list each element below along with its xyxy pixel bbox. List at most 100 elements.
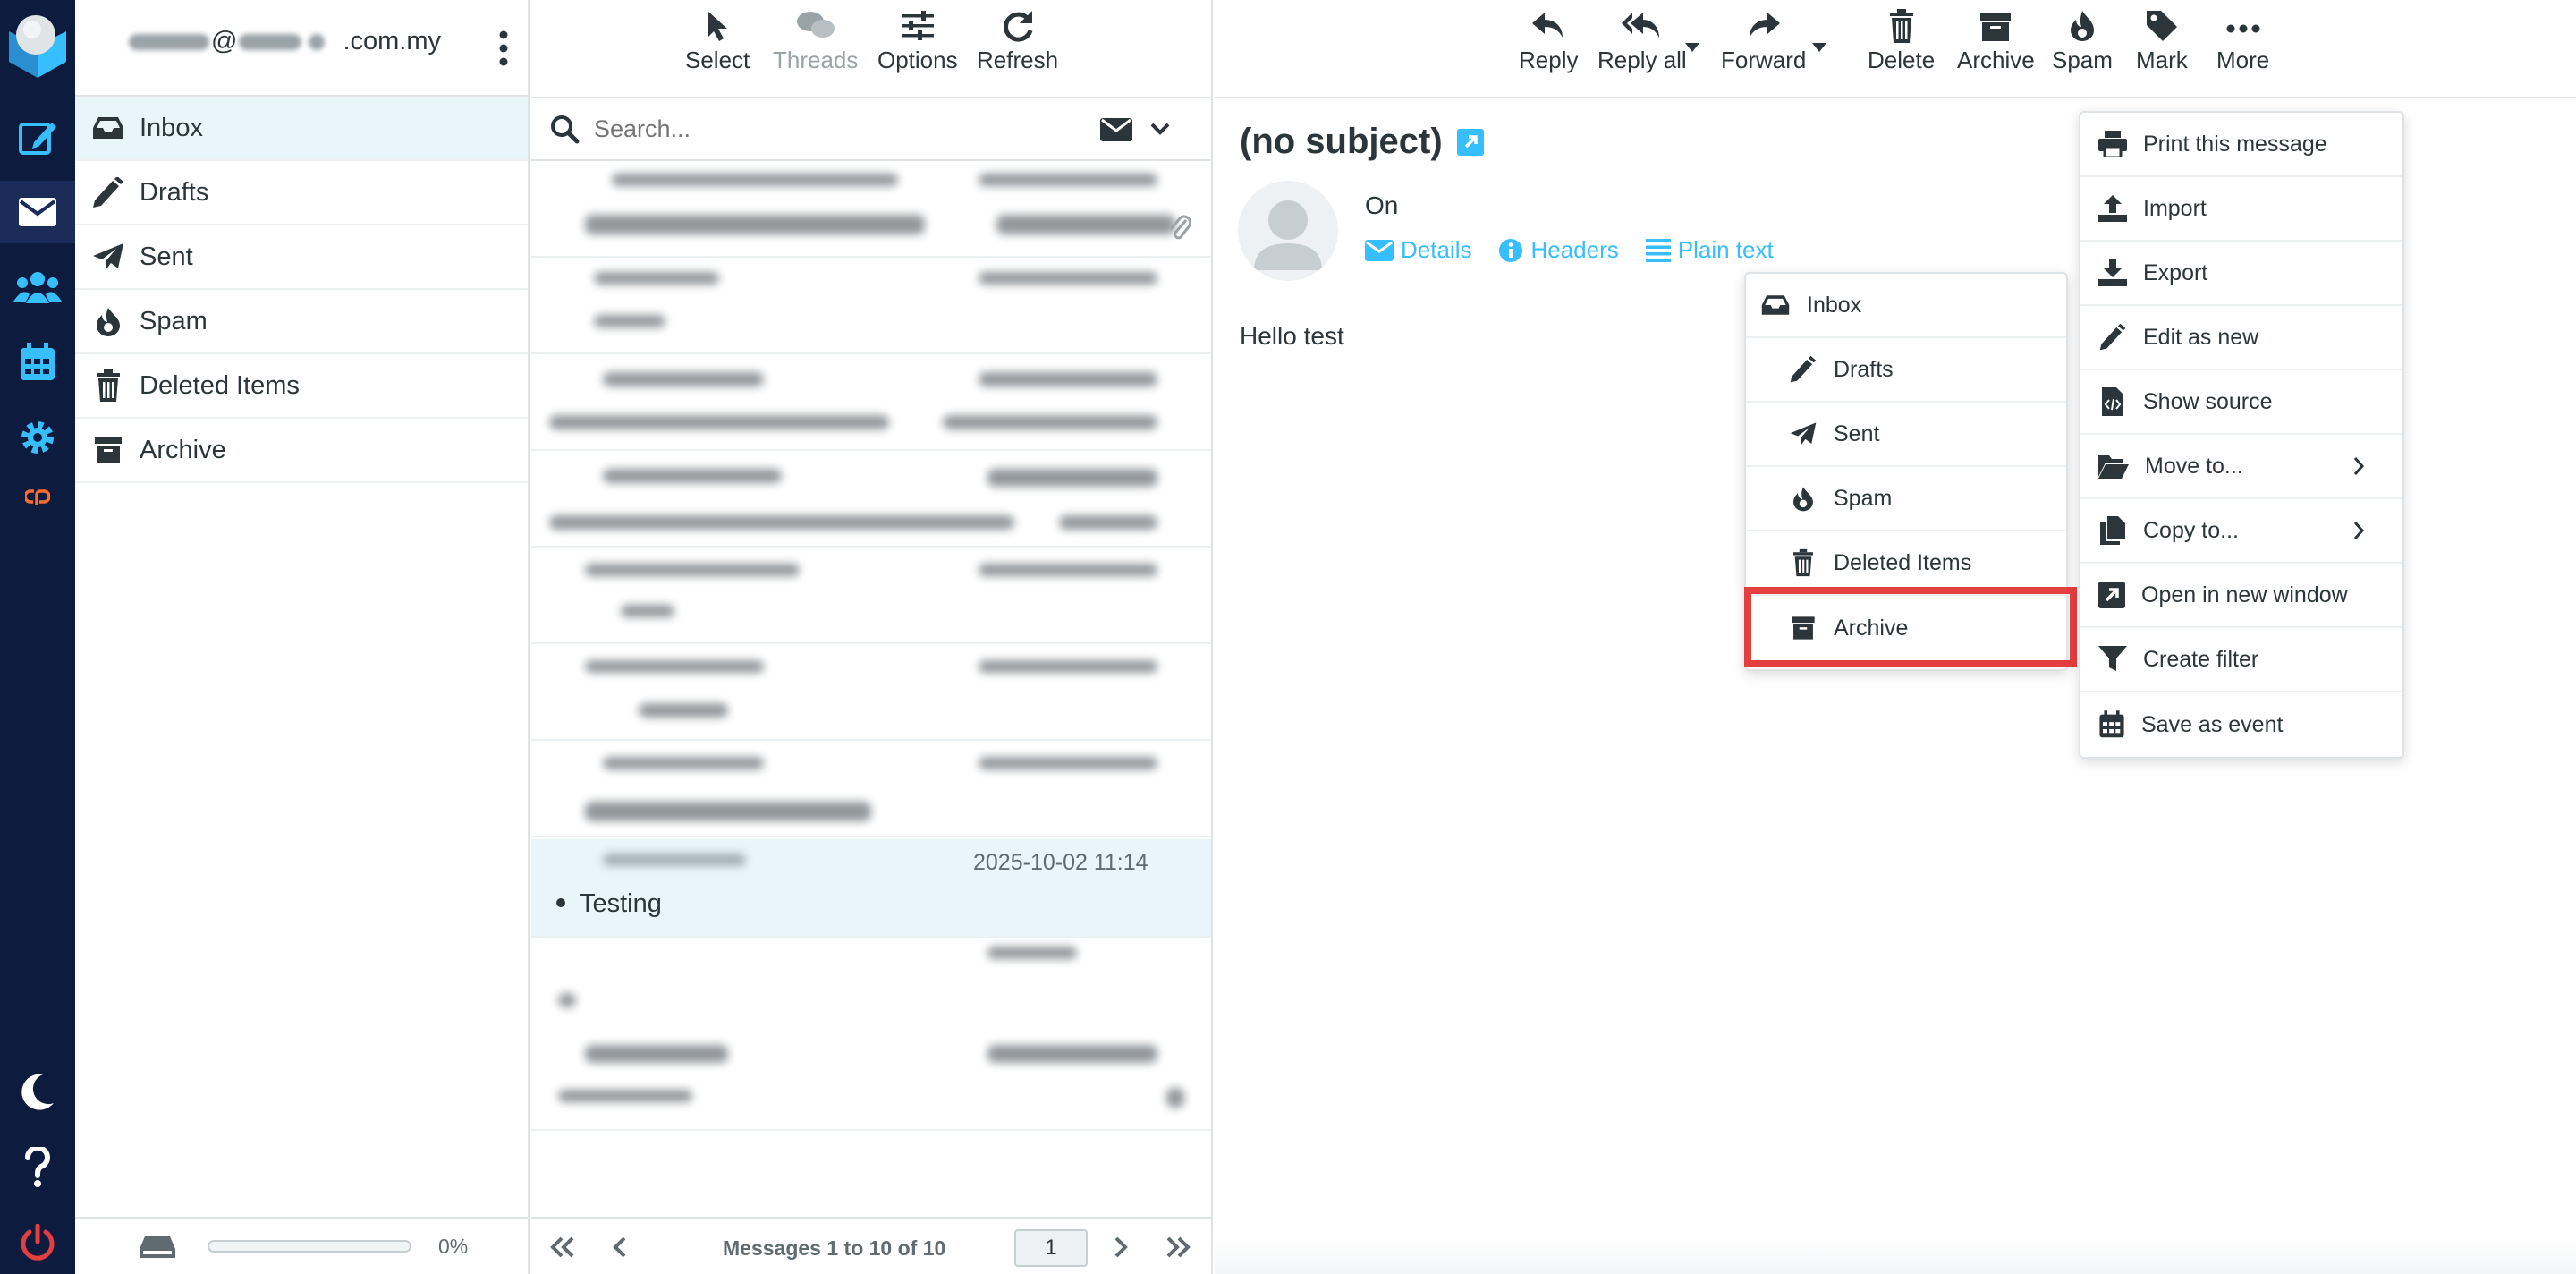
folder-open-icon — [2098, 455, 2129, 479]
message-row-redacted[interactable] — [531, 356, 1211, 451]
menu-copy-to[interactable]: Copy to... — [2080, 499, 2402, 564]
message-row-redacted[interactable] — [531, 163, 1211, 258]
compose-icon[interactable] — [0, 106, 75, 168]
message-row-redacted[interactable] — [531, 259, 1211, 354]
message-row-selected[interactable]: 2025-10-02 11:14 Testing — [531, 839, 1211, 938]
dark-mode-moon-icon[interactable] — [0, 1061, 75, 1124]
account-menu-dots-icon[interactable] — [499, 30, 508, 66]
move-target-drafts[interactable]: Drafts — [1746, 338, 2066, 403]
folder-drafts[interactable]: Drafts — [75, 161, 528, 225]
message-row-redacted[interactable] — [531, 646, 1211, 741]
message-row-redacted[interactable] — [531, 743, 1211, 837]
info-circle-icon — [1499, 238, 1523, 262]
menu-move-to[interactable]: Move to... — [2080, 435, 2402, 499]
threads-button[interactable]: Threads — [773, 9, 858, 74]
contacts-icon[interactable] — [0, 256, 75, 318]
menu-export[interactable]: Export — [2080, 242, 2402, 306]
menu-import[interactable]: Import — [2080, 177, 2402, 242]
folder-label: Deleted Items — [140, 370, 300, 400]
roundcube-logo[interactable] — [0, 7, 75, 84]
mail-icon[interactable] — [0, 181, 75, 243]
trash-icon — [1793, 548, 1813, 577]
fire-icon — [97, 308, 120, 336]
folder-inbox[interactable]: Inbox — [75, 97, 528, 161]
paper-plane-icon — [93, 243, 123, 270]
menu-create-filter[interactable]: Create filter — [2080, 628, 2402, 692]
menu-open-new-window[interactable]: Open in new window — [2080, 564, 2402, 628]
menu-print-message[interactable]: Print this message — [2080, 113, 2402, 177]
reply-all-dropdown-icon[interactable] — [1685, 43, 1699, 52]
menu-show-source[interactable]: Show source — [2080, 370, 2402, 435]
help-icon[interactable] — [0, 1136, 75, 1199]
paper-plane-icon — [1790, 422, 1817, 446]
folder-deleted-items[interactable]: Deleted Items — [75, 354, 528, 419]
message-header-links: Details Headers Plain text — [1365, 236, 1774, 264]
search-input[interactable] — [594, 115, 1095, 143]
download-icon — [2098, 259, 2127, 286]
next-page-icon[interactable] — [1113, 1236, 1129, 1258]
forward-dropdown-icon[interactable] — [1812, 43, 1826, 52]
pencil-icon — [2099, 324, 2126, 351]
message-row-redacted[interactable] — [531, 1036, 1211, 1131]
filter-funnel-icon — [2098, 646, 2127, 671]
delete-button[interactable]: Delete — [1868, 9, 1935, 74]
menu-save-as-event[interactable]: Save as event — [2080, 692, 2402, 757]
refresh-button[interactable]: Refresh — [977, 9, 1058, 74]
spam-button[interactable]: Spam — [2052, 9, 2113, 74]
message-row-redacted[interactable] — [531, 939, 1211, 1034]
unread-dot-icon — [556, 898, 565, 907]
folder-panel: @ .com.my Inbox Drafts Sent Spam Deleted… — [75, 0, 530, 1274]
more-button[interactable]: More — [2216, 9, 2269, 74]
forward-icon — [1749, 13, 1780, 38]
previous-page-icon[interactable] — [612, 1236, 628, 1258]
details-link[interactable]: Details — [1365, 236, 1471, 264]
paperclip-icon — [1169, 215, 1191, 240]
select-button[interactable]: Select — [685, 9, 750, 74]
first-page-icon[interactable] — [549, 1236, 576, 1258]
message-row-redacted[interactable] — [531, 549, 1211, 644]
message-list-panel: Select Threads Options Refresh Search...… — [531, 0, 1213, 1274]
external-link-icon — [2098, 582, 2125, 608]
text-lines-icon — [1645, 238, 1671, 262]
settings-gear-icon[interactable] — [0, 406, 75, 469]
calendar-icon[interactable] — [0, 331, 75, 394]
reply-button[interactable]: Reply — [1519, 9, 1578, 74]
cursor-arrow-icon — [708, 11, 728, 41]
logout-power-icon[interactable] — [0, 1211, 75, 1274]
trash-icon — [97, 369, 120, 402]
folder-archive[interactable]: Archive — [75, 419, 528, 483]
forward-button[interactable]: Forward — [1721, 9, 1806, 74]
archive-highlight-box — [1744, 587, 2077, 667]
folder-spam[interactable]: Spam — [75, 290, 528, 354]
copy-icon — [2100, 516, 2125, 545]
plain-text-link[interactable]: Plain text — [1645, 236, 1774, 264]
mark-button[interactable]: Mark — [2136, 9, 2188, 74]
chevron-down-icon[interactable] — [1150, 122, 1170, 136]
folder-sent[interactable]: Sent — [75, 225, 528, 290]
last-page-icon[interactable] — [1165, 1236, 1191, 1258]
move-target-inbox[interactable]: Inbox — [1746, 274, 2066, 338]
redacted-username — [129, 33, 209, 50]
page-number-input[interactable]: 1 — [1014, 1229, 1088, 1267]
options-button[interactable]: Options — [877, 9, 958, 74]
open-external-icon[interactable] — [1456, 128, 1484, 156]
reply-all-button[interactable]: Reply all — [1597, 9, 1687, 74]
folder-label: Archive — [140, 435, 226, 464]
cpanel-icon[interactable] — [0, 469, 75, 526]
user-silhouette-icon — [1254, 200, 1322, 270]
calendar-icon — [2099, 710, 2124, 738]
storage-drive-icon — [140, 1236, 175, 1258]
message-row-redacted[interactable] — [531, 453, 1211, 548]
sender-avatar — [1238, 181, 1338, 281]
account-email[interactable]: @ .com.my — [129, 27, 441, 56]
envelope-filter-icon[interactable] — [1100, 116, 1132, 141]
chevron-right-icon — [2353, 522, 2365, 539]
search-bar — [531, 98, 1211, 161]
headers-link[interactable]: Headers — [1498, 236, 1619, 264]
move-target-spam[interactable]: Spam — [1746, 467, 2066, 531]
quota-progress — [208, 1240, 411, 1253]
menu-edit-as-new[interactable]: Edit as new — [2080, 306, 2402, 370]
move-target-sent[interactable]: Sent — [1746, 403, 2066, 467]
archive-button[interactable]: Archive — [1957, 9, 2035, 74]
message-date: 2025-10-02 11:14 — [973, 850, 1148, 875]
